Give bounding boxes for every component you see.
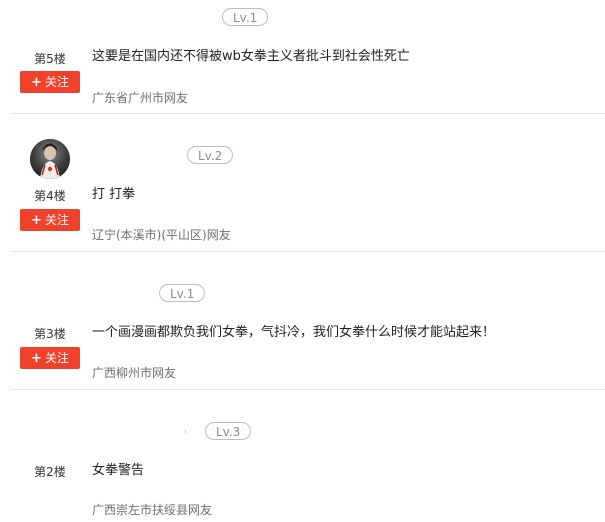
floor-number: 第5楼 <box>34 52 66 66</box>
comment-content: 这要是在国内还不得被wb女拳主义者批斗到社会性死亡 <box>92 49 410 64</box>
comment-content: 女拳警告 <box>92 463 145 478</box>
user-location: 广西崇左市扶绥县网友 <box>92 503 213 517</box>
comment-list: Lv.1 第5楼 + 关注 这要是在国内还不得被wb女拳主义者批斗到社会性死亡 广… <box>0 0 605 522</box>
comment-content: 打 打拳 <box>92 187 136 202</box>
user-avatar[interactable] <box>30 139 70 179</box>
user-level-badge: Lv.1 <box>222 8 269 26</box>
floor-number: 第2楼 <box>34 465 66 479</box>
follow-label: 关注 <box>44 351 69 365</box>
user-level-badge: Lv.1 <box>159 284 206 302</box>
plus-icon: + <box>31 351 42 366</box>
follow-button[interactable]: + 关注 <box>20 209 80 231</box>
comment-divider <box>10 389 605 390</box>
user-location: 广东省广州市网友 <box>92 91 189 105</box>
comment-content: 一个画漫画都欺负我们女拳，气抖冷，我们女拳什么时候才能站起来！ <box>92 325 496 340</box>
plus-icon: + <box>31 213 42 228</box>
floor-number: 第4楼 <box>34 189 66 203</box>
avatar-image <box>30 139 70 179</box>
floor-number: 第3楼 <box>34 327 66 341</box>
comment-divider <box>10 113 605 114</box>
username-placeholder <box>185 430 186 433</box>
follow-label: 关注 <box>44 75 69 89</box>
comment-divider <box>10 251 605 252</box>
user-level-badge: Lv.2 <box>187 146 234 164</box>
follow-label: 关注 <box>44 213 69 227</box>
user-location: 辽宁(本溪市)(平山区)网友 <box>92 228 231 242</box>
user-level-badge: Lv.3 <box>205 422 252 440</box>
follow-button[interactable]: + 关注 <box>20 347 80 369</box>
user-location: 广西柳州市网友 <box>92 366 177 380</box>
follow-button[interactable]: + 关注 <box>20 71 80 93</box>
plus-icon: + <box>31 75 42 90</box>
